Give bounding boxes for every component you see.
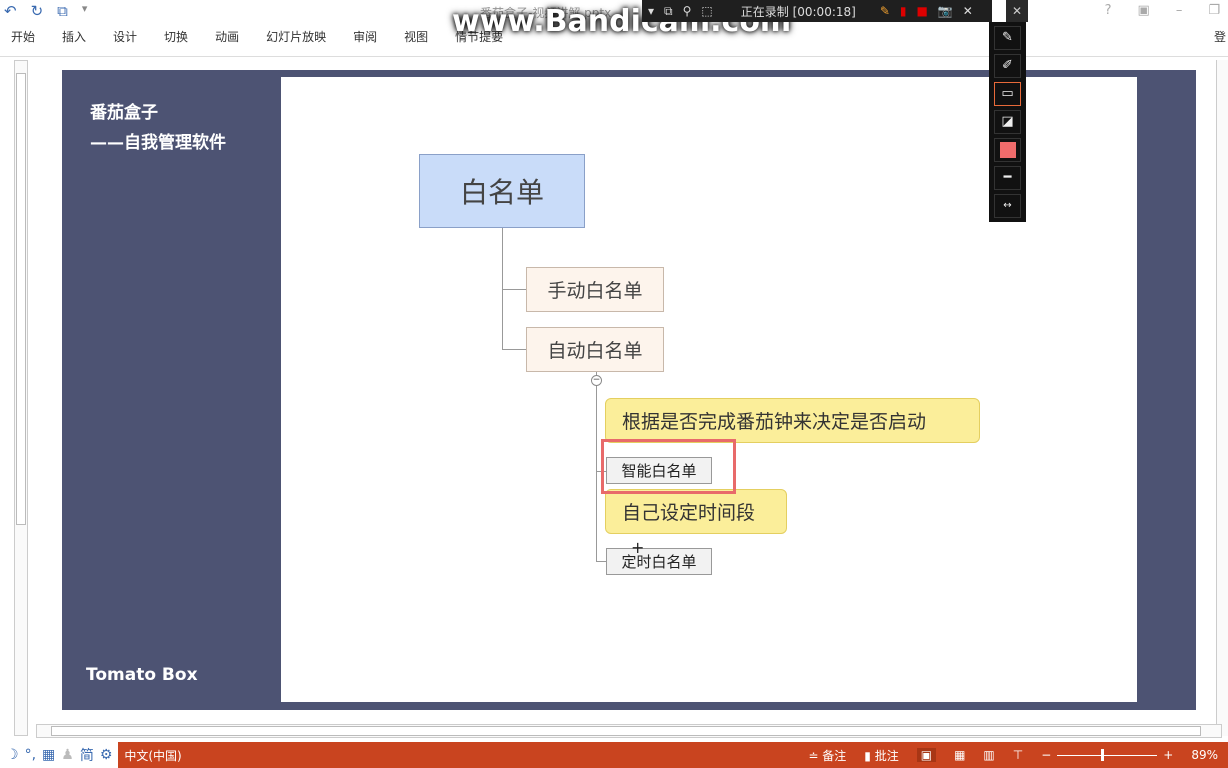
highlighter-icon[interactable]: ✐ (994, 54, 1021, 78)
title-line-1: 番茄盒子 (90, 103, 158, 123)
connector (502, 289, 526, 290)
slide-sorter-icon[interactable]: ▦ (954, 748, 965, 762)
mindmap-root[interactable]: 白名单 (419, 154, 585, 228)
normal-view-icon[interactable]: ▣ (916, 748, 937, 762)
ime-toolbar: ☽ °, ▦ ♟ 简 ⚙ (0, 742, 119, 768)
help-icon[interactable]: ? (1105, 3, 1112, 18)
close-icon[interactable]: ✕ (963, 4, 973, 18)
highlight-rectangle (601, 439, 736, 494)
tab-home[interactable]: 开始 (11, 28, 35, 45)
customize-icon[interactable]: ▾ (82, 2, 88, 20)
pause-icon[interactable]: ▮ (900, 4, 907, 18)
tab-animations[interactable]: 动画 (215, 28, 239, 45)
reading-view-icon[interactable]: ▥ (983, 748, 994, 762)
connector (596, 561, 606, 562)
horizontal-scrollbar[interactable] (36, 724, 1222, 738)
mindmap-node-timed[interactable]: 定时白名单 (606, 548, 712, 575)
slideshow-icon[interactable]: ⊤ (1013, 748, 1023, 762)
present-icon[interactable]: ⧉ (57, 2, 68, 20)
slide-title: 番茄盒子 ——自我管理软件 (90, 98, 226, 158)
collapse-icon[interactable]: − (591, 375, 602, 386)
eraser-icon[interactable]: ◪ (994, 110, 1021, 134)
vertical-scrollbar[interactable] (1216, 60, 1228, 736)
recorder-bar: ▾ ⧉ ⚲ ⬚ 正在录制 [00:00:18] ✎ ▮ ■ 📷 ✕ (642, 0, 992, 22)
color-icon[interactable] (994, 138, 1021, 162)
tab-insert[interactable]: 插入 (62, 28, 86, 45)
stop-icon[interactable]: ■ (917, 4, 928, 18)
login-link[interactable]: 登 (1214, 28, 1226, 45)
quick-access-toolbar: ↶ ↻ ⧉ ▾ (4, 2, 87, 20)
tab-slideshow[interactable]: 幻灯片放映 (266, 28, 326, 45)
comments-label: 批注 (874, 748, 899, 763)
drawing-tools: ✎ ✐ ▭ ◪ ━ ↔ (989, 22, 1026, 222)
keyboard-icon[interactable]: ▦ (42, 747, 55, 763)
thumbnail-scrollbar[interactable] (14, 60, 28, 736)
recording-status: 正在录制 [00:00:18] (740, 4, 856, 19)
tab-view[interactable]: 视图 (404, 28, 428, 45)
zoom-slider[interactable]: − + (1041, 748, 1173, 762)
search-icon[interactable]: ⚲ (683, 4, 692, 18)
rectangle-icon[interactable]: ▭ (994, 82, 1021, 106)
status-bar: ☽ °, ▦ ♟ 简 ⚙ 中文(中国) ≐ 备注 ▮ 批注 ▣ ▦ ▥ ⊤ − … (0, 742, 1228, 768)
restore-icon[interactable]: ❐ (1208, 3, 1220, 18)
tab-review[interactable]: 审阅 (353, 28, 377, 45)
line-width-icon[interactable]: ━ (994, 166, 1021, 190)
crosshair-cursor: + (631, 538, 645, 557)
mindmap-node-auto[interactable]: 自动白名单 (526, 327, 664, 372)
notes-label: 备注 (822, 748, 847, 763)
region-icon[interactable]: ⬚ (701, 4, 712, 18)
window-icon[interactable]: ⧉ (664, 4, 673, 19)
ribbon-display-icon[interactable]: ▣ (1138, 3, 1150, 18)
brand-text: Tomato Box (86, 665, 198, 685)
connector (502, 349, 526, 350)
zoom-level[interactable]: 89% (1191, 748, 1218, 762)
pencil-icon[interactable]: ✎ (880, 4, 890, 18)
window-controls: ? ▣ – ❐ (1105, 3, 1220, 18)
close-toolbar-icon[interactable]: ✕ (1006, 0, 1028, 22)
language-status[interactable]: 中文(中国) (124, 747, 181, 764)
callout-smart[interactable]: 根据是否完成番茄钟来决定是否启动 (605, 398, 980, 443)
callout-timed[interactable]: 自己设定时间段 (605, 489, 787, 534)
comments-button[interactable]: ▮ 批注 (864, 747, 898, 764)
camera-icon[interactable]: 📷 (938, 4, 953, 18)
gear-icon[interactable]: ⚙ (100, 747, 113, 763)
minimize-icon[interactable]: – (1176, 3, 1183, 18)
punctuation-icon[interactable]: °, (25, 747, 36, 763)
dropdown-icon[interactable]: ▾ (648, 4, 654, 18)
moon-icon[interactable]: ☽ (6, 747, 19, 763)
pen-icon[interactable]: ✎ (994, 26, 1021, 50)
undo-icon[interactable]: ↶ (4, 2, 17, 20)
redo-icon[interactable]: ↻ (31, 2, 44, 20)
tab-transitions[interactable]: 切换 (164, 28, 188, 45)
title-line-2: ——自我管理软件 (90, 133, 226, 153)
connector (596, 372, 597, 562)
user-icon[interactable]: ♟ (61, 747, 74, 763)
swap-icon[interactable]: ↔ (994, 194, 1021, 218)
tab-design[interactable]: 设计 (113, 28, 137, 45)
notes-button[interactable]: ≐ 备注 (808, 747, 846, 764)
simplified-toggle[interactable]: 简 (80, 745, 94, 765)
mindmap-node-manual[interactable]: 手动白名单 (526, 267, 664, 312)
